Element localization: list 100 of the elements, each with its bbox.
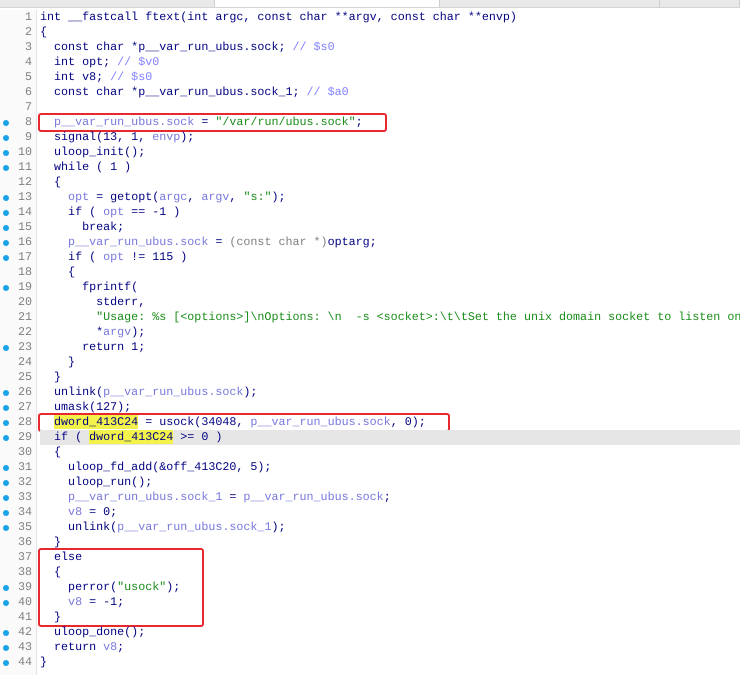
line-number: 42 [18, 625, 32, 640]
breakpoint-dot[interactable] [3, 584, 9, 590]
code-line: const char *p__var_run_ubus.sock_1; // $a0 [53, 85, 350, 100]
line-number: 15 [18, 220, 32, 235]
code-line: p__var_run_ubus.sock = "/var/run/ubus.sock"; [53, 115, 363, 130]
breakpoint-dot[interactable] [3, 194, 9, 200]
breakpoint-dot[interactable] [3, 240, 9, 246]
code-line: } [53, 610, 62, 625]
line-number: 38 [18, 565, 32, 580]
line-number: 30 [18, 445, 32, 460]
line-number: 27 [18, 400, 32, 415]
breakpoint-dot[interactable] [3, 510, 9, 516]
code-line: opt = getopt(argc, argv, "s:"); [67, 190, 287, 205]
code-line: return v8; [53, 640, 126, 655]
breakpoint-dot[interactable] [3, 644, 9, 650]
line-number: 25 [18, 370, 32, 385]
breakpoint-dot[interactable] [3, 254, 9, 260]
line-number: 9 [24, 130, 32, 145]
line-number: 29 [18, 430, 32, 445]
breakpoint-dot[interactable] [3, 134, 9, 140]
code-line: int __fastcall ftext(int argc, const char **argv, const char **envp) [40, 10, 518, 25]
line-number: 22 [18, 325, 32, 340]
line-number: 39 [18, 580, 32, 595]
code-line: } [53, 370, 62, 385]
breakpoint-dot[interactable] [3, 524, 9, 530]
breakpoint-dot[interactable] [3, 284, 9, 290]
code-line: uloop_fd_add(&off_413C20, 5); [67, 460, 272, 475]
line-number: 18 [18, 265, 32, 280]
line-number: 1 [24, 10, 32, 25]
code-line: p__var_run_ubus.sock = (const char *)optarg; [67, 235, 378, 250]
breakpoint-dot[interactable] [3, 480, 9, 486]
code-line: else [53, 550, 84, 565]
line-number: 44 [18, 655, 32, 670]
code-line: stderr, [95, 295, 146, 310]
breakpoint-dot[interactable] [3, 494, 9, 500]
line-number: 23 [18, 340, 32, 355]
line-number: 43 [18, 640, 32, 655]
code-line: break; [81, 220, 126, 235]
line-number: 2 [24, 25, 32, 40]
breakpoint-dot[interactable] [3, 600, 9, 606]
code-line: v8 = 0; [67, 505, 118, 520]
code-line: { [53, 445, 62, 460]
line-number: 8 [24, 115, 32, 130]
breakpoint-dot[interactable] [3, 660, 9, 666]
line-number: 10 [18, 145, 32, 160]
code-line: if ( opt != 115 ) [67, 250, 188, 265]
code-line: "Usage: %s [<options>]\nOptions: \n -s <socket>:\t\tSet the unix domain socket to listen on [95, 310, 740, 325]
code-line: uloop_done(); [53, 625, 146, 640]
breakpoint-dot[interactable] [3, 150, 9, 156]
line-number: 34 [18, 505, 32, 520]
line-number: 13 [18, 190, 32, 205]
line-number: 36 [18, 535, 32, 550]
line-number: 19 [18, 280, 32, 295]
line-number: 41 [18, 610, 32, 625]
line-number: 40 [18, 595, 32, 610]
breakpoint-dot[interactable] [3, 120, 9, 126]
breakpoint-dot[interactable] [3, 210, 9, 216]
line-number: 17 [18, 250, 32, 265]
breakpoint-dot[interactable] [3, 464, 9, 470]
line-number: 11 [18, 160, 32, 175]
line-number: 24 [18, 355, 32, 370]
code-line: umask(127); [53, 400, 132, 415]
line-number: 33 [18, 490, 32, 505]
code-line: int v8; // $s0 [53, 70, 154, 85]
line-number: 5 [24, 70, 32, 85]
code-line: *argv); [95, 325, 146, 340]
code-line: while ( 1 ) [53, 160, 132, 175]
code-line: { [53, 175, 62, 190]
line-number: 32 [18, 475, 32, 490]
line-number: 21 [18, 310, 32, 325]
breakpoint-dot[interactable] [3, 420, 9, 426]
code-line: return 1; [81, 340, 146, 355]
line-number: 20 [18, 295, 32, 310]
line-number: 16 [18, 235, 32, 250]
line-number: 35 [18, 520, 32, 535]
line-number: 37 [18, 550, 32, 565]
code-line: uloop_init(); [53, 145, 146, 160]
code-line: uloop_run(); [67, 475, 154, 490]
breakpoint-dot[interactable] [3, 344, 9, 350]
breakpoint-dot[interactable] [3, 630, 9, 636]
code-line: { [67, 265, 76, 280]
code-line: } [40, 655, 48, 670]
breakpoint-dot[interactable] [3, 164, 9, 170]
code-line: { [40, 25, 48, 40]
breakpoint-dot[interactable] [3, 434, 9, 440]
code-line: const char *p__var_run_ubus.sock; // $s0 [53, 40, 336, 55]
line-number: 26 [18, 385, 32, 400]
code-line: int opt; // $v0 [53, 55, 160, 70]
breakpoint-dot[interactable] [3, 224, 9, 230]
code-line: fprintf( [81, 280, 140, 295]
line-number: 31 [18, 460, 32, 475]
line-number: 12 [18, 175, 32, 190]
line-number: 28 [18, 415, 32, 430]
code-line: dword_413C24 = usock(34048, p__var_run_ubus.sock, 0); [53, 415, 426, 430]
breakpoint-dot[interactable] [3, 390, 9, 396]
code-line: v8 = -1; [67, 595, 126, 610]
code-line: unlink(p__var_run_ubus.sock); [53, 385, 258, 400]
code-line: { [53, 565, 62, 580]
breakpoint-dot[interactable] [3, 404, 9, 410]
code-line: signal(13, 1, envp); [53, 130, 196, 145]
